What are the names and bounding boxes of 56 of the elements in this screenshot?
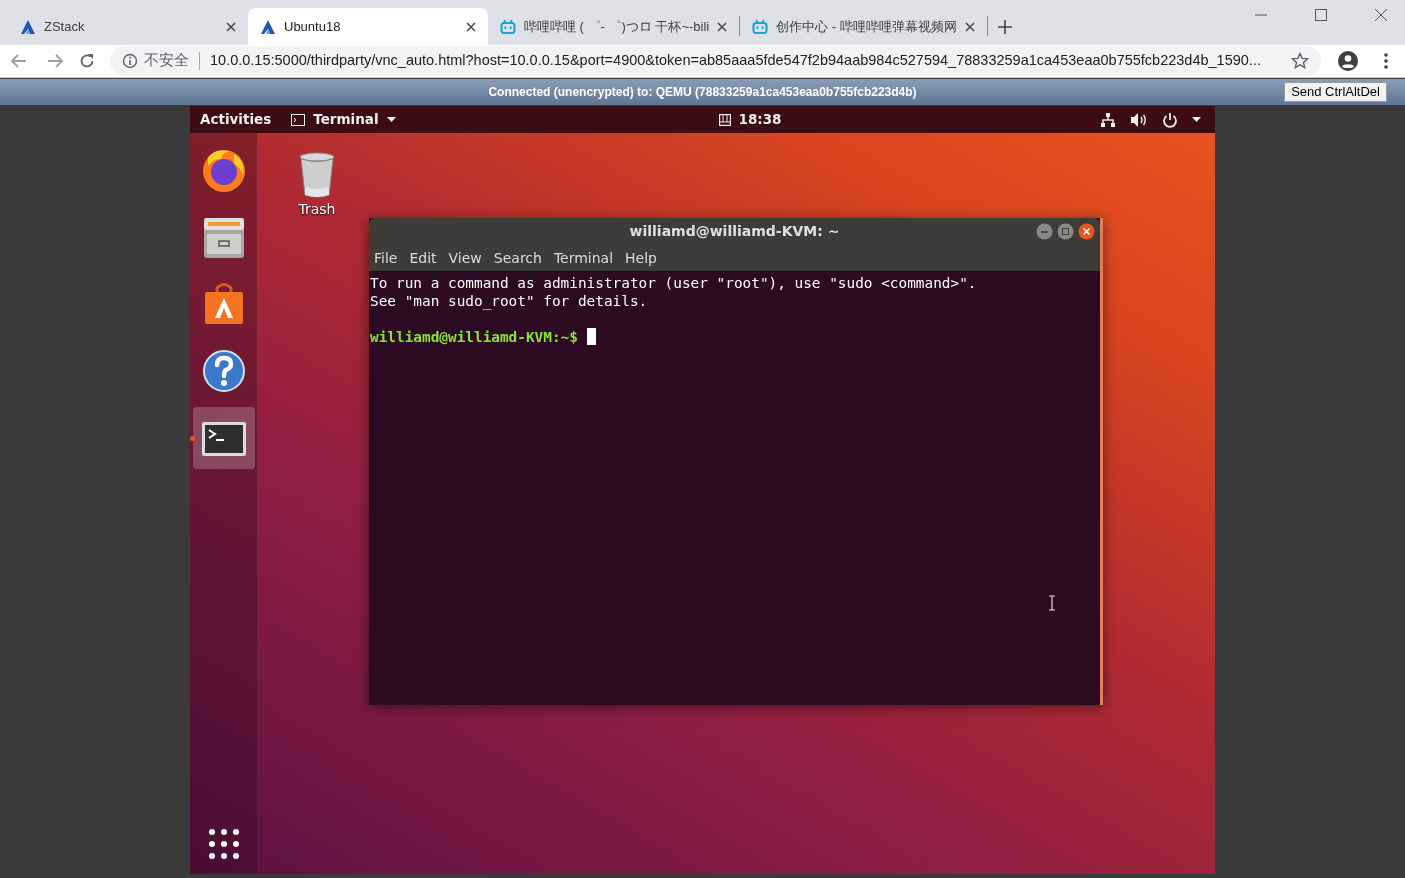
caret-icon bbox=[386, 117, 396, 122]
browser-tab[interactable]: 创作中心 - 哔哩哔哩弹幕视频网 bbox=[740, 8, 987, 45]
star-icon[interactable] bbox=[1291, 52, 1309, 70]
address-field[interactable]: 不安全 10.0.0.15:5000/thirdparty/vnc_auto.html?host=10.0.0.15&port=4900&token=ab85aaa5fde547f2b94aab984c527594_78833259a1ca453eaa0b755fcb223d4b_1590... bbox=[110, 46, 1321, 76]
new-tab-icon[interactable] bbox=[997, 19, 1012, 34]
browser-tab[interactable]: Ubuntu18 bbox=[248, 8, 488, 45]
terminal-prompt: williamd@williamd-KVM:~$ bbox=[370, 329, 578, 345]
close-icon[interactable] bbox=[226, 21, 236, 32]
reload-icon[interactable] bbox=[78, 52, 96, 70]
network-icon[interactable] bbox=[1100, 111, 1116, 128]
zstack-logo-icon bbox=[260, 18, 276, 35]
clock[interactable]: 18:38 bbox=[718, 109, 782, 130]
trash-icon[interactable] bbox=[297, 151, 337, 199]
back-icon[interactable] bbox=[10, 52, 28, 70]
app-grid-icon[interactable] bbox=[207, 828, 240, 860]
close-icon[interactable] bbox=[717, 21, 728, 32]
text-cursor bbox=[586, 328, 596, 345]
maximize-icon[interactable] bbox=[1315, 9, 1327, 21]
close-icon[interactable] bbox=[1078, 223, 1095, 240]
menu-item[interactable]: View bbox=[448, 247, 482, 269]
terminal-line: See "man sudo_root" for details. bbox=[370, 292, 649, 310]
menu-item[interactable]: Search bbox=[493, 247, 542, 269]
text-cursor-icon bbox=[1048, 595, 1056, 611]
activities-button[interactable]: Activities bbox=[200, 109, 272, 130]
dock-item[interactable] bbox=[192, 407, 255, 469]
info-icon bbox=[122, 53, 138, 69]
forward-icon[interactable] bbox=[46, 52, 64, 70]
caret-icon[interactable] bbox=[1192, 117, 1201, 122]
send-ctrlaltdel-button[interactable]: Send CtrlAltDel bbox=[1284, 82, 1387, 102]
terminal-icon bbox=[291, 113, 306, 126]
browser-tab[interactable]: ZStack bbox=[8, 8, 248, 45]
close-icon[interactable] bbox=[964, 21, 975, 32]
close-icon[interactable] bbox=[1375, 9, 1387, 21]
close-icon[interactable] bbox=[466, 21, 476, 32]
minimize-icon[interactable] bbox=[1036, 223, 1053, 240]
power-icon[interactable] bbox=[1162, 111, 1178, 128]
zstack-logo-icon bbox=[20, 18, 36, 35]
security-label: 不安全 bbox=[144, 51, 189, 71]
menu-icon[interactable] bbox=[1383, 52, 1389, 70]
running-indicator bbox=[189, 436, 195, 441]
status-text: Connected (unencrypted) to: QEMU (78833259a1ca453eaa0b755fcb223d4b) bbox=[488, 84, 917, 101]
menu-item[interactable]: Edit bbox=[409, 247, 437, 269]
tv-icon bbox=[752, 18, 769, 35]
window-title: williamd@williamd-KVM: ~ bbox=[629, 222, 840, 241]
tv-icon bbox=[500, 18, 516, 35]
volume-icon[interactable] bbox=[1130, 111, 1148, 128]
url-text: 10.0.0.15:5000/thirdparty/vnc_auto.html?host=10.0.0.15&port=4900&token=ab85aaa5fde547f2b94aab984c527594_78833259a1ca453eaa0b755fcb223d4b_1590... bbox=[210, 51, 1262, 71]
menu-item[interactable]: Help bbox=[625, 247, 657, 269]
calendar-icon bbox=[718, 113, 731, 126]
app-menu[interactable]: Terminal bbox=[291, 109, 396, 130]
menu-item[interactable]: File bbox=[374, 247, 398, 269]
menu-item[interactable]: Terminal bbox=[553, 247, 614, 269]
terminal-line: To run a command as administrator (user "root"), use "sudo <command>". bbox=[370, 274, 978, 292]
browser-tab[interactable]: 哔哩哔哩 ( ゜- ゜)つロ 干杯~-bili bbox=[488, 8, 740, 45]
desktop-icon-label[interactable]: Trash bbox=[298, 199, 336, 220]
account-icon[interactable] bbox=[1337, 50, 1359, 72]
